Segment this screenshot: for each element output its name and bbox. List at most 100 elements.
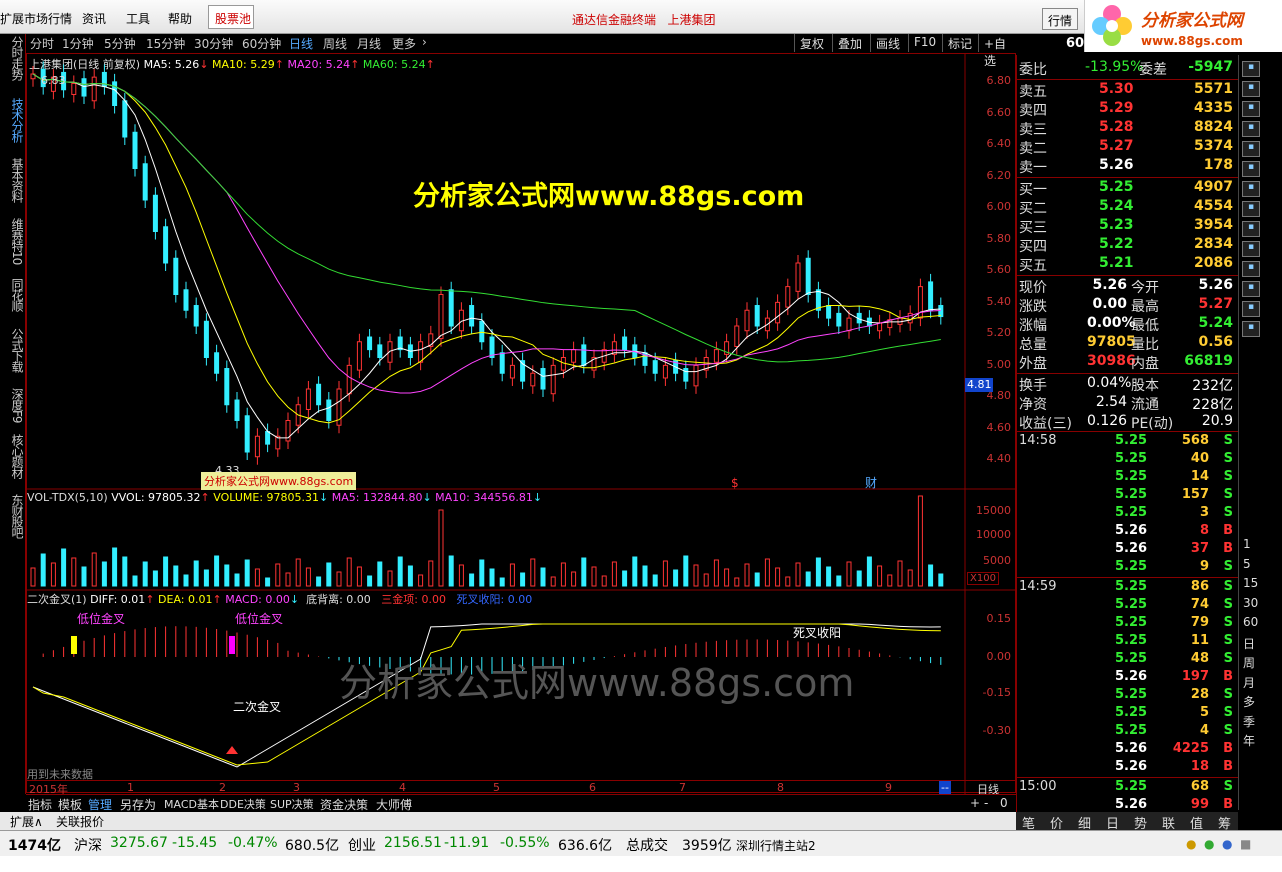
ask-row[interactable]: 卖二 5.27 5374 (1019, 138, 1237, 157)
tick-side: B (1223, 741, 1233, 756)
period-5min[interactable]: 5分钟 (104, 35, 136, 52)
tab-indicator[interactable]: 指标 (28, 796, 52, 813)
bid-row[interactable]: 买五 5.21 2086 (1019, 255, 1237, 274)
period-shortcut-9[interactable]: 多 (1243, 693, 1255, 710)
tick-row: 5.25 14 S (1019, 469, 1237, 487)
add-watchlist-button[interactable]: +自选 (978, 34, 1016, 68)
table-icon[interactable]: ▪ (1242, 121, 1260, 137)
zoom-icon[interactable]: ▪ (1242, 221, 1260, 237)
period-monthly[interactable]: 月线 (357, 35, 381, 52)
volume-bar (346, 557, 352, 587)
period-shortcut-6[interactable]: 日 (1243, 635, 1255, 652)
zoom-out-button[interactable]: - (984, 796, 988, 810)
chart-area[interactable]: 上港集团(日线 前复权) MA5: 5.26↓ MA10: 5.29↑ MA20… (26, 53, 1016, 796)
period-shortcut-2[interactable]: 5 (1243, 557, 1251, 571)
tab-save-as[interactable]: 另存为 (120, 796, 156, 813)
ranking-icon[interactable]: ▪ (1242, 181, 1260, 197)
chevron-right-icon[interactable]: › (422, 35, 427, 49)
f10-button[interactable]: F10 (908, 34, 941, 52)
adjust-button[interactable]: 复权 (794, 34, 829, 52)
menu-extended-market[interactable]: 扩展市场行情 (0, 10, 72, 27)
draw-button[interactable]: 画线 (870, 34, 905, 52)
period-15min[interactable]: 15分钟 (146, 35, 185, 52)
volume-bar (907, 569, 913, 587)
tab-sup[interactable]: SUP决策 (270, 796, 314, 812)
menu-help[interactable]: 帮助 (168, 10, 192, 27)
volume-bar (866, 556, 872, 587)
tab-template[interactable]: 模板 (58, 796, 82, 813)
pen-icon[interactable]: ▪ (1242, 281, 1260, 297)
tab-manage[interactable]: 管理 (88, 796, 112, 813)
overlay-button[interactable]: 叠加 (832, 34, 867, 52)
window-title: 通达信金融终端 上港集团 (572, 11, 715, 28)
period-intraday[interactable]: 分时 (30, 35, 54, 52)
f5-icon[interactable]: ▪ (1242, 301, 1260, 317)
tab-fund-decision[interactable]: 资金决策 (320, 796, 368, 813)
period-shortcut-10[interactable]: 季 (1243, 713, 1255, 730)
stock-pool-button[interactable]: 股票池 (208, 5, 254, 29)
tab-depth-f9[interactable]: 深度F9 (9, 388, 25, 423)
divider (1017, 577, 1239, 578)
f10-icon[interactable]: ▪ (1242, 161, 1260, 177)
finance-mark[interactable]: 财 (865, 474, 877, 491)
grid-icon[interactable]: ▪ (1242, 101, 1260, 117)
menu-news[interactable]: 资讯 (82, 10, 106, 27)
mark-button[interactable]: 标记 (942, 34, 977, 52)
ask-row[interactable]: 卖三 5.28 8824 (1019, 119, 1237, 138)
search-icon[interactable]: ▪ (1242, 201, 1260, 217)
tab-eastmoney-forum[interactable]: 东财股吧 (9, 494, 25, 538)
period-60min[interactable]: 60分钟 (242, 35, 281, 52)
bid-row[interactable]: 买二 5.24 4554 (1019, 198, 1237, 217)
server-name[interactable]: 深圳行情主站2 (736, 837, 816, 854)
info-icon[interactable]: ● (1222, 837, 1232, 851)
ask-row[interactable]: 卖四 5.29 4335 (1019, 100, 1237, 119)
period-more[interactable]: 更多 (392, 35, 416, 52)
list-icon[interactable]: ▪ (1242, 81, 1260, 97)
tab-intraday[interactable]: 分时走势 (9, 36, 25, 80)
menu-icon[interactable]: ■ (1240, 837, 1251, 851)
tab-formula-download[interactable]: 公式下载 (9, 328, 25, 372)
zoom-in-button[interactable]: + (970, 796, 980, 810)
period-shortcut-8[interactable]: 月 (1243, 674, 1255, 691)
dividend-mark[interactable]: $ (731, 476, 739, 490)
tab-fundamentals[interactable]: 基本资料 (9, 158, 25, 202)
period-shortcut-3[interactable]: 15 (1243, 576, 1258, 590)
hs-label[interactable]: 沪深 (74, 835, 102, 855)
period-30min[interactable]: 30分钟 (194, 35, 233, 52)
refresh-icon[interactable]: ▪ (1242, 321, 1260, 337)
period-daily[interactable]: 日线 (289, 35, 313, 52)
tab-core-themes[interactable]: 核心题材 (9, 434, 25, 478)
period-shortcut-4[interactable]: 30 (1243, 596, 1258, 610)
period-shortcut-1[interactable]: 1 (1243, 537, 1251, 551)
rss-icon[interactable]: ▪ (1242, 241, 1260, 257)
related-quotes-button[interactable]: 关联报价 (56, 813, 104, 830)
alert-icon[interactable]: ● (1186, 837, 1196, 851)
period-shortcut-5[interactable]: 60 (1243, 615, 1258, 629)
vol-axis-15000: 15000 (976, 504, 1011, 517)
period-1min[interactable]: 1分钟 (62, 35, 94, 52)
connection-icon[interactable]: ● (1204, 837, 1214, 851)
period-shortcut-7[interactable]: 周 (1243, 654, 1255, 671)
bid-row[interactable]: 买三 5.23 3954 (1019, 217, 1237, 236)
ask-row[interactable]: 卖五 5.30 5571 (1019, 81, 1237, 100)
tab-technical[interactable]: 技术分析 (9, 98, 25, 142)
menu-tools[interactable]: 工具 (126, 10, 150, 27)
tab-master[interactable]: 大师傅 (376, 796, 412, 813)
move-icon[interactable]: ▪ (1242, 261, 1260, 277)
period-shortcut-11[interactable]: 年 (1243, 732, 1255, 749)
ask-row[interactable]: 卖一 5.26 178 (1019, 157, 1237, 176)
stat-label: 流通 (1131, 397, 1159, 413)
period-weekly[interactable]: 周线 (323, 35, 347, 52)
bid-row[interactable]: 买一 5.25 4907 (1019, 179, 1237, 198)
tab-dde[interactable]: DDE决策 (220, 796, 266, 812)
reset-button[interactable]: 0 (1000, 796, 1008, 810)
expand-button[interactable]: 扩展∧ (10, 813, 43, 830)
bars-icon[interactable]: ▪ (1242, 141, 1260, 157)
bid-row[interactable]: 买四 5.22 2834 (1019, 236, 1237, 255)
tab-wisdom[interactable]: 维赛特10 (9, 218, 25, 264)
cy-label[interactable]: 创业 (348, 835, 376, 855)
tab-macd-basic[interactable]: MACD基本 (164, 796, 219, 812)
tab-tonghuashun[interactable]: 同花顺 (9, 278, 25, 311)
quote-button[interactable]: 行情 (1042, 8, 1078, 30)
chart-icon[interactable]: ▪ (1242, 61, 1260, 77)
